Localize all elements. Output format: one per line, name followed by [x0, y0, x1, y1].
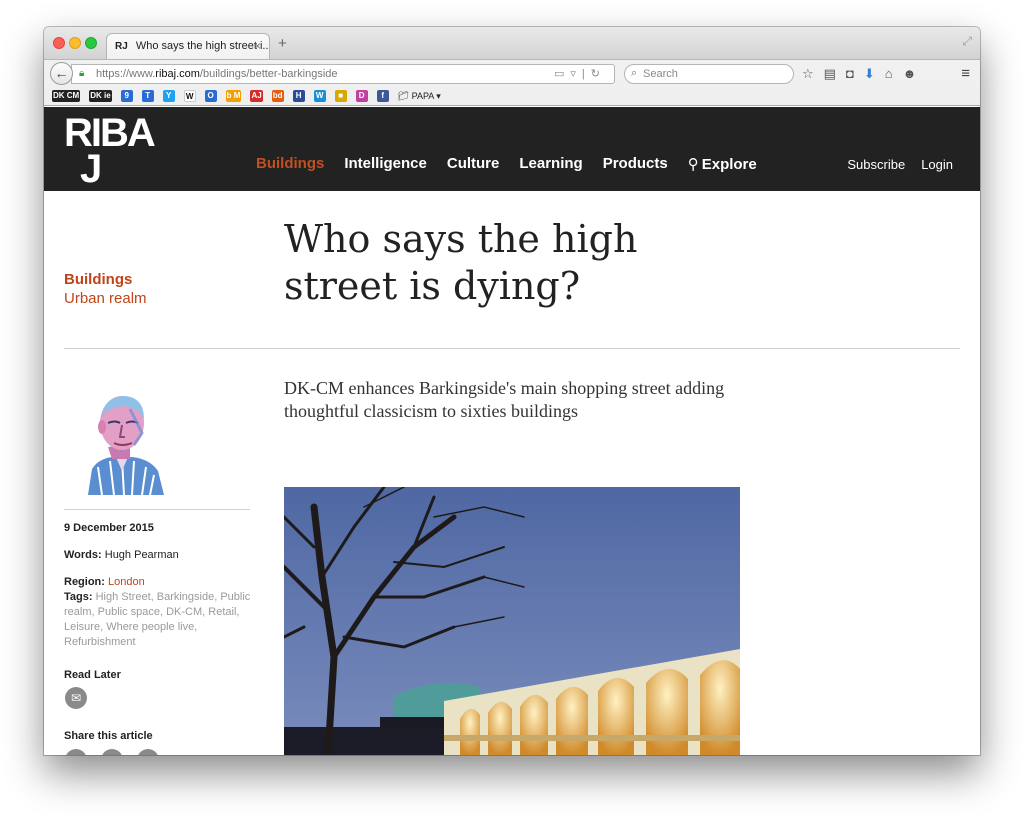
article-content: Buildings Urban realm Who says the high … — [44, 191, 980, 755]
back-button[interactable]: ← — [50, 62, 73, 85]
window-minimize-button[interactable] — [69, 37, 81, 49]
nav-intelligence[interactable]: Intelligence — [344, 155, 427, 173]
article-hero-image — [284, 487, 740, 755]
tab-close-icon[interactable]: × — [254, 39, 261, 53]
site-header: RIBA J Buildings Intelligence Culture Le… — [44, 107, 980, 191]
riba-logo[interactable]: RIBA J — [64, 111, 156, 191]
linkedin-share-icon[interactable] — [137, 749, 159, 755]
sidebar-divider — [64, 509, 250, 510]
subcategory-link[interactable]: Urban realm — [64, 290, 147, 307]
region-link[interactable]: London — [108, 576, 145, 588]
bookmark-item[interactable]: b M — [225, 90, 242, 102]
words-label: Words: — [64, 549, 102, 561]
twitter-share-icon[interactable] — [101, 749, 123, 755]
bookmark-item[interactable]: W — [183, 90, 196, 102]
region-label: Region: — [64, 576, 105, 588]
nav-culture[interactable]: Culture — [447, 155, 500, 173]
author-name: Hugh Pearman — [104, 549, 179, 561]
article-author: Words: Hugh Pearman — [64, 548, 254, 563]
bookmark-item[interactable]: DK ie — [89, 90, 112, 102]
navigation-bar: 🔒︎ https://www.ribaj.com/buildings/bette… — [44, 59, 980, 87]
logo-line1: RIBA — [64, 111, 156, 155]
bookmark-item[interactable]: T — [141, 90, 154, 102]
lock-icon: 🔒︎ — [79, 68, 85, 79]
article-headline: Who says the high street is dying? — [284, 217, 638, 308]
menu-icon[interactable]: ≡ — [961, 65, 970, 82]
tags-label: Tags: — [64, 591, 93, 603]
share-buttons — [65, 749, 159, 755]
search-icon: ⌕ — [631, 67, 638, 79]
bookmark-item[interactable]: D — [355, 90, 368, 102]
article-standfirst: DK-CM enhances Barkingside's main shoppi… — [284, 378, 725, 421]
chat-icon[interactable]: ☻ — [903, 66, 917, 82]
author-portrait — [88, 396, 164, 495]
download-icon[interactable]: ⬇ — [864, 66, 875, 82]
bookmark-item[interactable]: bd — [271, 90, 284, 102]
bookmark-item[interactable]: Y — [162, 90, 175, 102]
header-divider — [64, 348, 960, 349]
bookmark-star-icon[interactable]: ☆ — [802, 66, 814, 82]
bookmark-folder[interactable]: 📁︎ PAPA ▾ — [398, 91, 441, 102]
category-link[interactable]: Buildings — [64, 271, 147, 288]
home-icon[interactable]: ⌂ — [885, 66, 893, 82]
url-prefix: https://www. — [96, 68, 156, 80]
tab-title: Who says the high street i... — [135, 40, 270, 52]
back-arrow-icon: ← — [54, 65, 69, 81]
new-tab-button[interactable]: + — [278, 35, 287, 52]
toolbar-icons: ☆ ▤ ◘ ⬇ ⌂ ☻ — [802, 66, 916, 82]
window-close-button[interactable] — [53, 37, 65, 49]
account-nav: Subscribe Login — [847, 157, 953, 172]
url-path: /buildings/better-barkingside — [199, 68, 338, 80]
nav-buildings[interactable]: Buildings — [256, 155, 324, 173]
article-taxonomy: Region: London Tags: High Street, Barkin… — [64, 575, 254, 650]
fullscreen-icon[interactable]: ⤢ — [962, 34, 972, 49]
bookmark-item[interactable]: O — [204, 90, 217, 102]
window-maximize-button[interactable] — [85, 37, 97, 49]
bookmark-item[interactable]: 9 — [120, 90, 133, 102]
share-label: Share this article — [64, 730, 153, 742]
pocket-icon[interactable]: ◘ — [846, 66, 854, 82]
search-input[interactable]: ⌕ Search — [624, 64, 794, 84]
bookmark-item[interactable]: f — [376, 90, 389, 102]
bookmark-item[interactable]: H — [292, 90, 305, 102]
main-nav: Buildings Intelligence Culture Learning … — [256, 155, 757, 173]
article-date: 9 December 2015 — [64, 522, 154, 534]
login-link[interactable]: Login — [921, 157, 953, 172]
url-host: ribaj.com — [155, 68, 200, 80]
nav-explore-label: Explore — [701, 156, 757, 173]
bookmark-item[interactable]: W — [313, 90, 326, 102]
subscribe-link[interactable]: Subscribe — [847, 157, 905, 172]
tab-favicon: RJ — [115, 41, 128, 52]
bookmark-item[interactable]: AJ — [250, 90, 263, 102]
browser-window: RJ Who says the high street i... × + ⤢ 🔒… — [44, 27, 980, 755]
article-category: Buildings Urban realm — [64, 271, 147, 307]
nav-products[interactable]: Products — [603, 155, 668, 173]
email-icon[interactable]: ✉ — [65, 687, 87, 709]
explore-search-icon: ⚲ — [687, 156, 699, 173]
search-placeholder: Search — [643, 68, 678, 80]
bookmarks-bar: DK CM DK ie 9 T Y W Ob M AJ bd H W ■ Df 📁︎ PAPA ▾ — [44, 87, 980, 106]
bookmark-item[interactable]: ■ — [334, 90, 347, 102]
read-later-label: Read Later — [64, 669, 121, 681]
facebook-share-icon[interactable] — [65, 749, 87, 755]
nav-explore[interactable]: ⚲ Explore — [688, 155, 757, 173]
url-bar[interactable]: 🔒︎ https://www.ribaj.com/buildings/bette… — [71, 64, 615, 84]
title-bar: RJ Who says the high street i... × + ⤢ — [44, 27, 980, 60]
logo-line2: J — [80, 147, 103, 191]
reading-list-icon[interactable]: ▤ — [824, 66, 836, 82]
nav-learning[interactable]: Learning — [519, 155, 582, 173]
bookmark-item[interactable]: DK CM — [52, 90, 81, 102]
reader-and-reload-icons[interactable]: ▭▿|↻ — [554, 67, 606, 80]
browser-tab[interactable]: RJ Who says the high street i... × — [106, 33, 270, 60]
